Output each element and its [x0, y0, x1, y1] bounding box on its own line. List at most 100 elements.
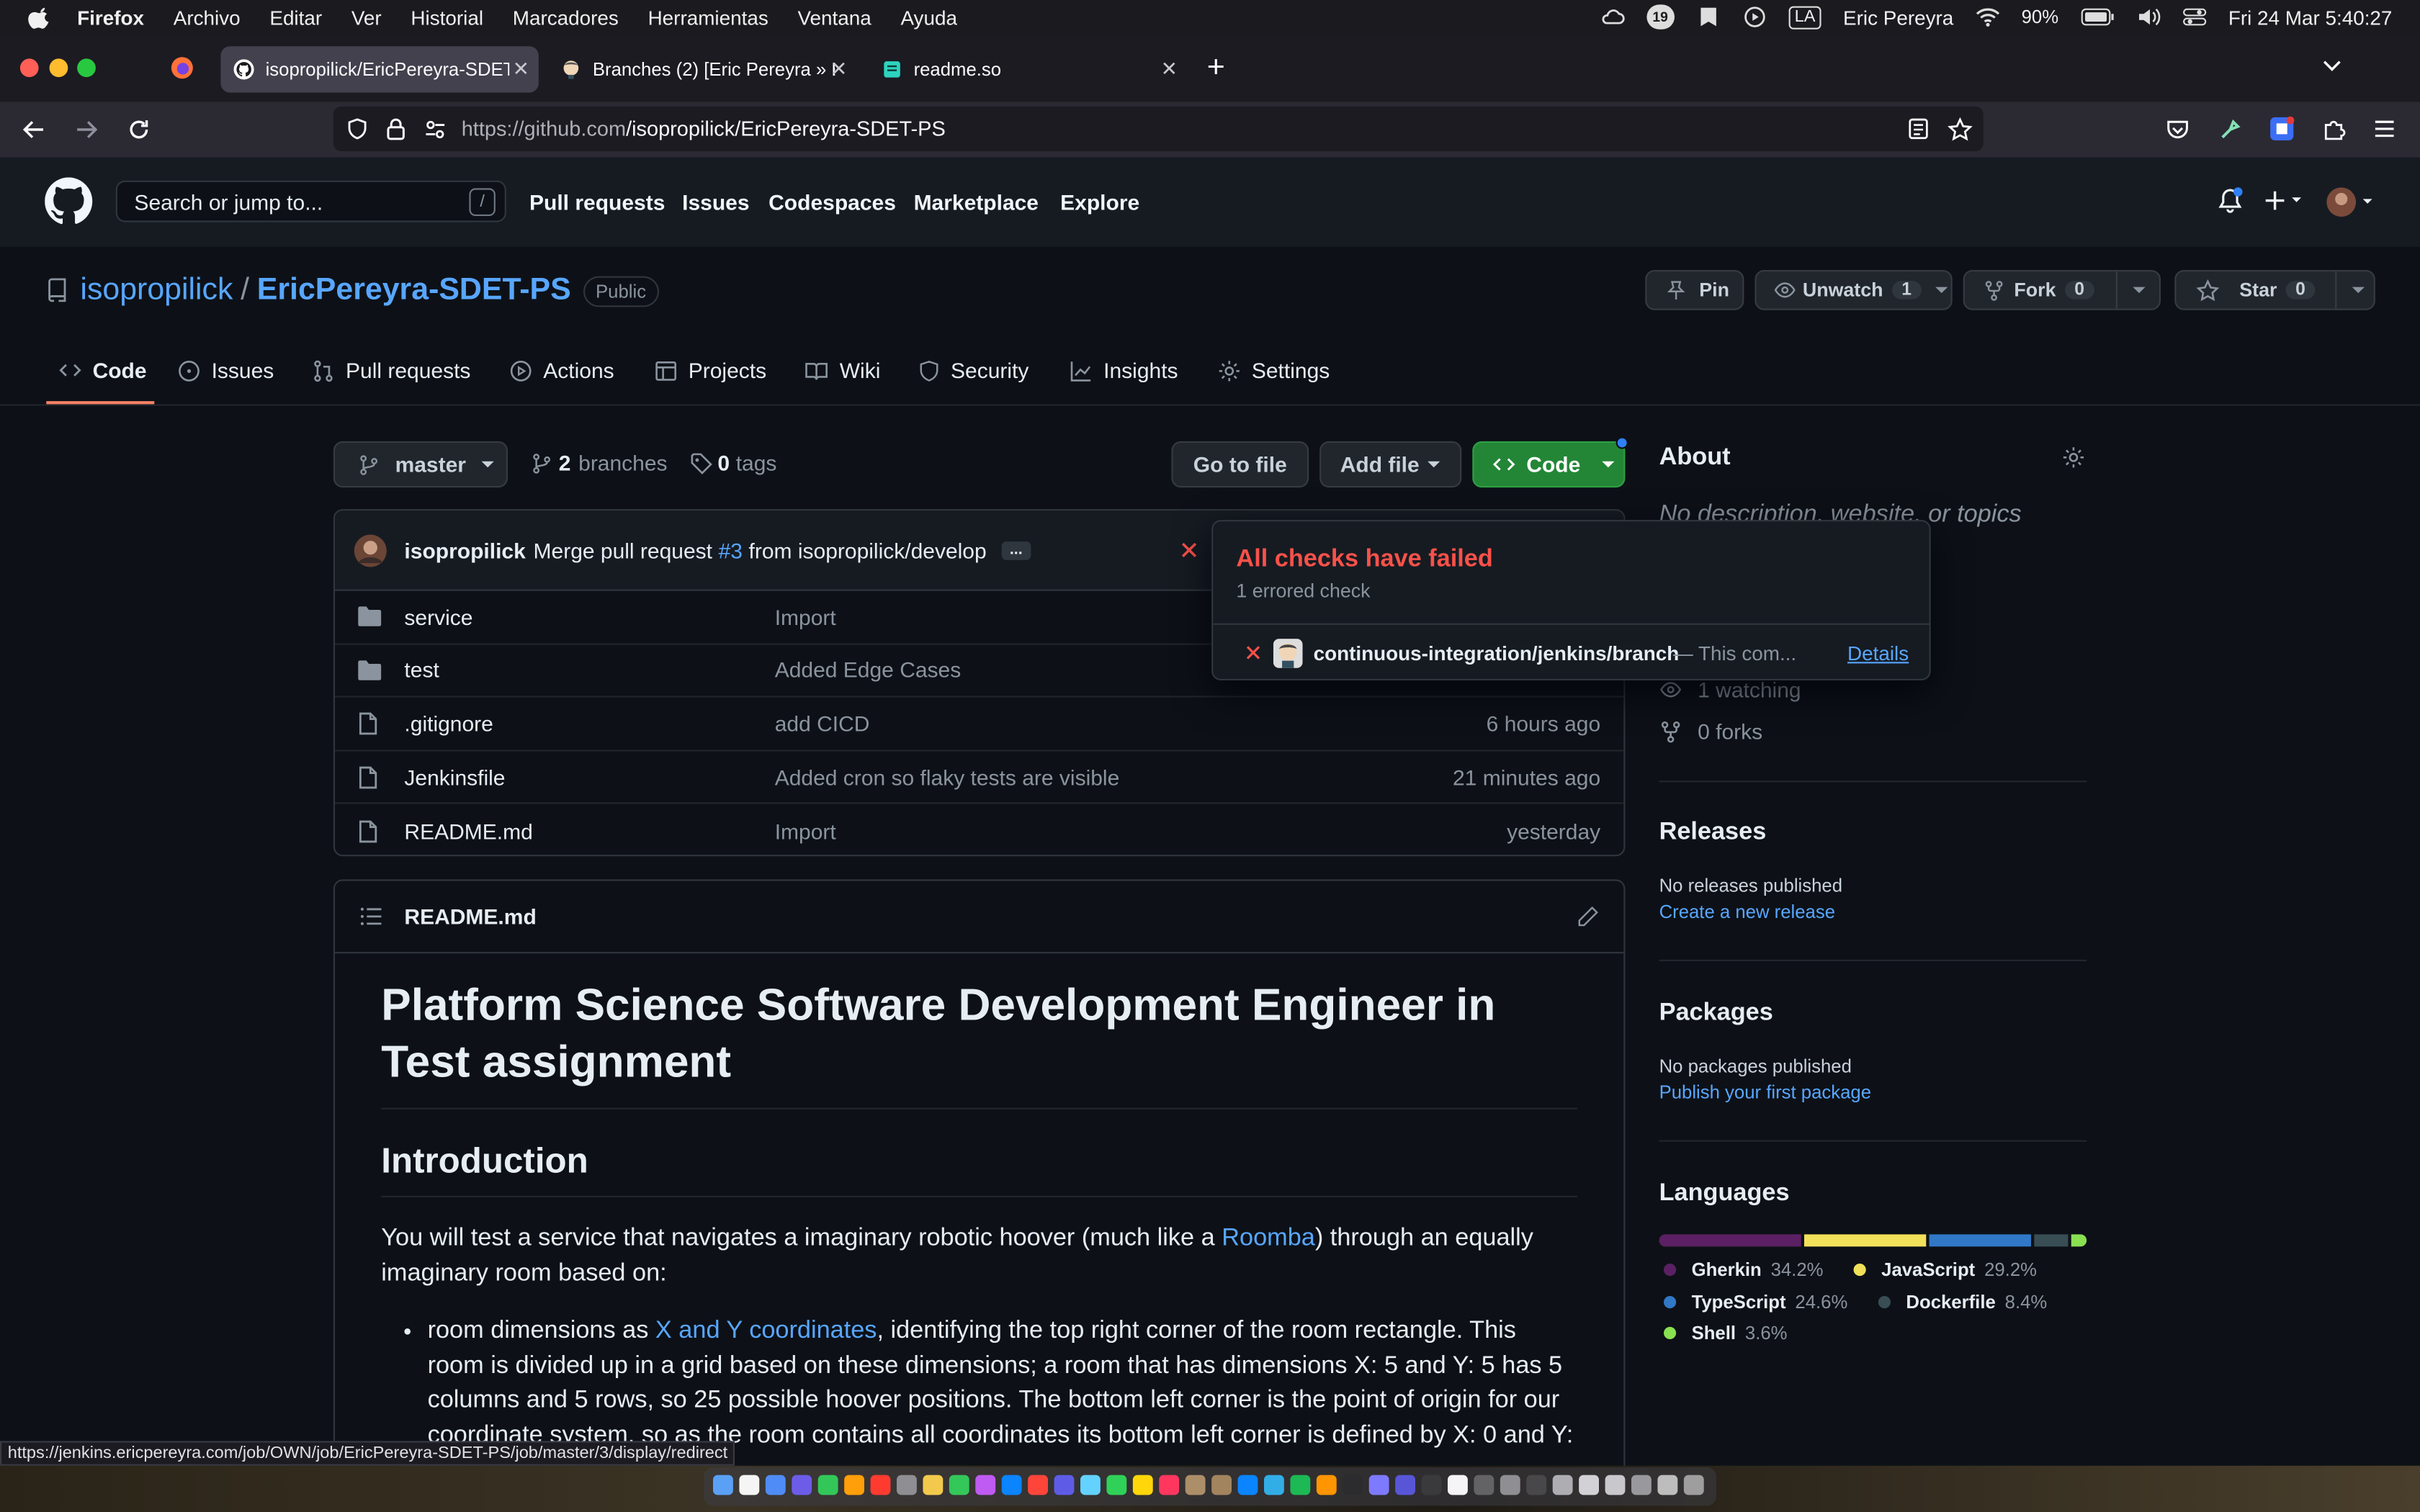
tab-settings[interactable]: Settings: [1218, 358, 1330, 382]
tab-issues[interactable]: Issues: [177, 358, 274, 382]
user-avatar-menu-icon[interactable]: [2326, 186, 2375, 217]
dock-app-icon[interactable]: [1474, 1475, 1494, 1495]
menubar-user[interactable]: Eric Pereyra: [1843, 6, 1953, 29]
menu-ventana[interactable]: Ventana: [797, 6, 871, 29]
dock-app-icon[interactable]: [792, 1475, 812, 1495]
menu-editar[interactable]: Editar: [269, 6, 322, 29]
xy-coordinates-link[interactable]: X and Y coordinates: [655, 1318, 877, 1344]
author-avatar[interactable]: [354, 533, 387, 567]
dock-app-icon[interactable]: [1683, 1475, 1704, 1495]
language-dockerfile[interactable]: Dockerfile 8.4%: [1878, 1292, 2047, 1313]
tab-actions[interactable]: Actions: [509, 358, 614, 382]
extension-tool-icon[interactable]: [2218, 117, 2242, 142]
dock-app-icon[interactable]: [1132, 1475, 1153, 1495]
fork-button[interactable]: Fork 0: [1963, 270, 2161, 310]
list-all-tabs-icon[interactable]: [2321, 57, 2343, 76]
dock-app-icon[interactable]: [1657, 1475, 1678, 1495]
nav-marketplace[interactable]: Marketplace: [914, 190, 1039, 215]
file-name[interactable]: service: [404, 605, 472, 629]
bookmark-app-icon[interactable]: [1695, 6, 1720, 28]
forks-link[interactable]: 0 forks: [1659, 719, 1762, 744]
dock-app-icon[interactable]: [1237, 1475, 1258, 1495]
unwatch-button[interactable]: Unwatch 1: [1754, 270, 1953, 310]
dock-app-icon[interactable]: [923, 1475, 944, 1495]
dock-app-icon[interactable]: [817, 1475, 838, 1495]
notification-badge-icon[interactable]: 19: [1646, 4, 1675, 30]
tracking-protection-shield-icon[interactable]: [346, 117, 369, 140]
new-tab-button[interactable]: +: [1207, 51, 1225, 86]
commit-expand-button[interactable]: ...: [1002, 541, 1031, 559]
battery-icon[interactable]: [2080, 6, 2114, 28]
menu-ver[interactable]: Ver: [351, 6, 382, 29]
language-bar-segment[interactable]: [1804, 1234, 1926, 1247]
dock-app-icon[interactable]: [1054, 1475, 1075, 1495]
ci-failed-x-icon[interactable]: [1180, 541, 1198, 559]
back-icon[interactable]: [22, 117, 46, 142]
commit-pr-link[interactable]: #3: [719, 538, 743, 562]
dock-app-icon[interactable]: [1343, 1475, 1363, 1495]
dock-app-icon[interactable]: [1447, 1475, 1468, 1495]
dock-app-icon[interactable]: [897, 1475, 917, 1495]
tab-jenkins-branches[interactable]: Branches (2) [Eric Pereyra » Eri ✕: [548, 46, 857, 92]
url-text[interactable]: https://github.com/isopropilick/EricPere…: [462, 117, 946, 140]
dock-app-icon[interactable]: [1631, 1475, 1652, 1495]
readme-filename[interactable]: README.md: [404, 904, 536, 929]
tab-insights[interactable]: Insights: [1070, 358, 1178, 382]
pin-button[interactable]: Pin: [1645, 270, 1744, 310]
firefox-view-icon[interactable]: [170, 55, 194, 80]
list-unordered-icon[interactable]: [359, 906, 382, 927]
language-bar-segment[interactable]: [2071, 1234, 2087, 1247]
check-details-link[interactable]: Details: [1847, 641, 1909, 664]
dock-app-icon[interactable]: [1106, 1475, 1127, 1495]
forward-icon[interactable]: [74, 117, 99, 142]
tab-security[interactable]: Security: [918, 358, 1028, 382]
volume-icon[interactable]: [2136, 6, 2160, 28]
file-name[interactable]: Jenkinsfile: [404, 765, 505, 789]
chevron-down-icon[interactable]: [2130, 284, 2146, 296]
dock-app-icon[interactable]: [1028, 1475, 1048, 1495]
tab-code[interactable]: Code: [58, 358, 147, 382]
dock-app-icon[interactable]: [870, 1475, 891, 1495]
file-row[interactable]: Jenkinsfile Added cron so flaky tests ar…: [335, 751, 1624, 805]
roomba-link[interactable]: Roomba: [1222, 1225, 1315, 1251]
dock-app-icon[interactable]: [1001, 1475, 1022, 1495]
language-bar-segment[interactable]: [1659, 1234, 1801, 1247]
code-clone-button[interactable]: Code: [1472, 441, 1626, 488]
dock-app-icon[interactable]: [1421, 1475, 1442, 1495]
file-name[interactable]: .gitignore: [404, 711, 493, 736]
menubar-clock[interactable]: Fri 24 Mar 5:40:27: [2228, 6, 2393, 29]
dock-app-icon[interactable]: [1316, 1475, 1337, 1495]
dock-app-icon[interactable]: [1080, 1475, 1101, 1495]
tab-wiki[interactable]: Wiki: [804, 358, 880, 382]
url-bar[interactable]: https://github.com/isopropilick/EricPere…: [333, 106, 1984, 151]
tab-pull-requests[interactable]: Pull requests: [312, 358, 470, 382]
dock-app-icon[interactable]: [1159, 1475, 1180, 1495]
gear-icon[interactable]: [2062, 446, 2085, 469]
file-name[interactable]: README.md: [404, 819, 532, 843]
apple-icon[interactable]: [28, 4, 53, 29]
file-commit-message[interactable]: Import: [775, 605, 836, 629]
lock-icon[interactable]: [386, 117, 406, 140]
cloud-status-icon[interactable]: [1600, 6, 1625, 28]
dock-app-icon[interactable]: [739, 1475, 760, 1495]
tab-close-icon[interactable]: ✕: [830, 57, 847, 81]
dock-app-icon[interactable]: [1368, 1475, 1389, 1495]
menu-historial[interactable]: Historial: [411, 6, 483, 29]
dock-app-icon[interactable]: [949, 1475, 969, 1495]
file-commit-message[interactable]: Added cron so flaky tests are visible: [775, 765, 1120, 789]
play-icon[interactable]: [1742, 6, 1767, 28]
dock-app-icon[interactable]: [1605, 1475, 1626, 1495]
language-bar-segment[interactable]: [1928, 1234, 2031, 1247]
wifi-icon[interactable]: [1975, 6, 1999, 28]
menu-marcadores[interactable]: Marcadores: [513, 6, 619, 29]
file-row[interactable]: .gitignore add CICD 6 hours ago: [335, 698, 1624, 752]
file-commit-message[interactable]: Added Edge Cases: [775, 658, 962, 683]
nav-pull-requests[interactable]: Pull requests: [529, 190, 665, 215]
tab-close-icon[interactable]: ✕: [1161, 57, 1178, 81]
site-permissions-icon[interactable]: [424, 118, 446, 140]
dock-app-icon[interactable]: [1552, 1475, 1573, 1495]
reader-view-icon[interactable]: [1908, 117, 1930, 140]
go-to-file-button[interactable]: Go to file: [1171, 441, 1309, 488]
dock-app-icon[interactable]: [1395, 1475, 1415, 1495]
dock-app-icon[interactable]: [844, 1475, 864, 1495]
